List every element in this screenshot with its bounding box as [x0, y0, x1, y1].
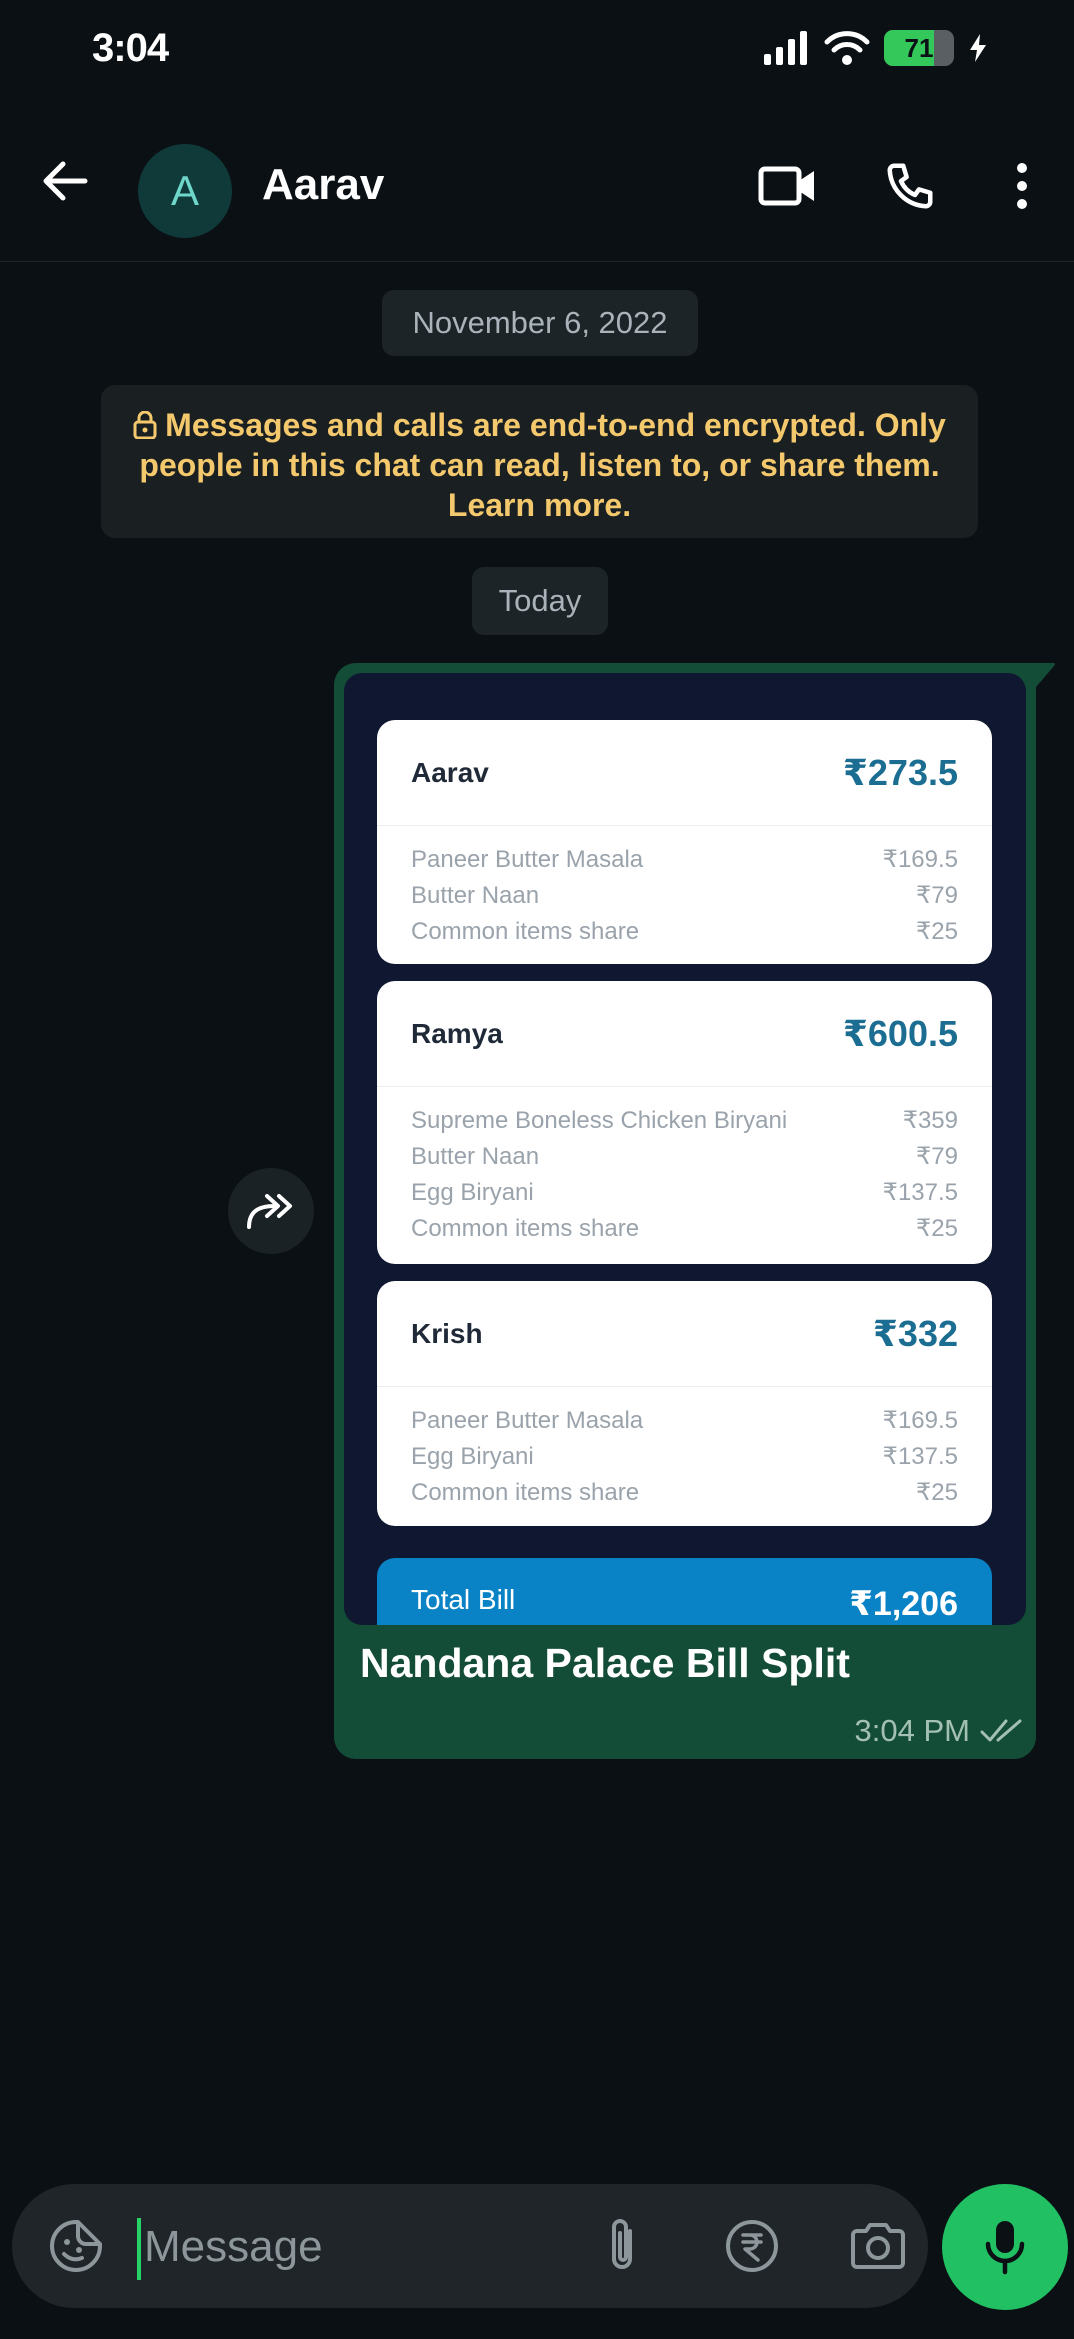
list-item: Paneer Butter Masala ₹169.5 — [411, 1407, 958, 1434]
person-name: Aarav — [411, 756, 489, 788]
battery-indicator: 71 — [884, 30, 954, 66]
person-card-krish: Krish ₹332 Paneer Butter Masala ₹169.5 Eg… — [377, 1281, 992, 1526]
back-arrow-icon — [43, 161, 88, 201]
rupee-icon — [726, 2220, 778, 2272]
message-input-bar — [12, 2184, 928, 2308]
person-name: Ramya — [411, 1017, 503, 1049]
message-input[interactable] — [144, 2214, 564, 2280]
back-button[interactable] — [30, 146, 100, 216]
status-time: 3:04 — [92, 26, 169, 70]
status-bar: 3:04 71 — [0, 0, 1074, 100]
list-item: Paneer Butter Masala ₹169.5 — [411, 846, 958, 873]
list-item: Common items share ₹25 — [411, 1215, 958, 1242]
more-icon — [1017, 163, 1027, 209]
attach-button[interactable] — [588, 2212, 656, 2280]
forward-button[interactable] — [228, 1168, 314, 1254]
bill-image-preview[interactable]: Aarav ₹273.5 Paneer Butter Masala ₹169.5 … — [344, 673, 1026, 1625]
attach-icon — [612, 2219, 632, 2269]
total-value: ₹1,206 — [849, 1585, 958, 1623]
list-item: Common items share ₹25 — [411, 1479, 958, 1506]
today-chip: Today — [472, 567, 608, 635]
bubble-tail — [1026, 663, 1055, 687]
message-title: Nandana Palace Bill Split — [360, 1640, 850, 1686]
contact-name[interactable]: Aarav — [262, 160, 384, 210]
video-call-icon — [758, 166, 814, 206]
text-caret — [137, 2218, 141, 2280]
list-item: Egg Biryani ₹137.5 — [411, 1443, 958, 1470]
list-item: Butter Naan ₹79 — [411, 1143, 958, 1170]
encryption-notice[interactable]: Messages and calls are end-to-end encryp… — [101, 385, 978, 538]
voice-call-button[interactable] — [878, 154, 942, 218]
status-icons: 71 — [762, 30, 988, 66]
person-amount: ₹600.5 — [842, 1012, 958, 1054]
person-amount: ₹332 — [872, 1312, 958, 1354]
sticker-button[interactable] — [42, 2212, 110, 2280]
date-chip: November 6, 2022 — [382, 290, 698, 356]
person-name: Krish — [411, 1317, 483, 1349]
total-label: Total Bill — [411, 1584, 516, 1615]
camera-button[interactable] — [844, 2212, 912, 2280]
person-amount: ₹273.5 — [842, 751, 958, 793]
voice-record-button[interactable] — [942, 2184, 1068, 2310]
message-time: 3:04 PM — [854, 1713, 970, 1748]
double-check-icon — [980, 1719, 1022, 1742]
battery-level: 71 — [904, 33, 934, 63]
list-item: Egg Biryani ₹137.5 — [411, 1179, 958, 1206]
chat-header: A Aarav — [0, 100, 1074, 262]
person-card-ramya: Ramya ₹600.5 Supreme Boneless Chicken Bi… — [377, 981, 992, 1264]
phone-icon — [887, 163, 933, 209]
total-bill-bar: Total Bill ₹1,206 — [377, 1558, 992, 1625]
signal-icon — [764, 31, 807, 65]
wifi-icon — [824, 31, 870, 65]
mic-icon — [985, 2221, 1025, 2275]
payment-button[interactable] — [718, 2212, 786, 2280]
lock-icon — [133, 411, 157, 439]
avatar[interactable]: A — [138, 144, 232, 238]
charging-icon — [970, 34, 986, 62]
camera-icon — [851, 2223, 905, 2269]
encryption-notice-text: Messages and calls are end-to-end encryp… — [139, 407, 946, 523]
more-options-button[interactable] — [1000, 154, 1044, 218]
sticker-icon — [50, 2220, 102, 2272]
person-card-aarav: Aarav ₹273.5 Paneer Butter Masala ₹169.5 … — [377, 720, 992, 964]
forward-icon — [247, 1194, 292, 1229]
list-item: Common items share ₹25 — [411, 918, 958, 945]
list-item: Supreme Boneless Chicken Biryani ₹359 — [411, 1107, 958, 1134]
list-item: Butter Naan ₹79 — [411, 882, 958, 909]
video-call-button[interactable] — [752, 154, 824, 218]
message-meta: 3:04 PM — [855, 1713, 1024, 1749]
